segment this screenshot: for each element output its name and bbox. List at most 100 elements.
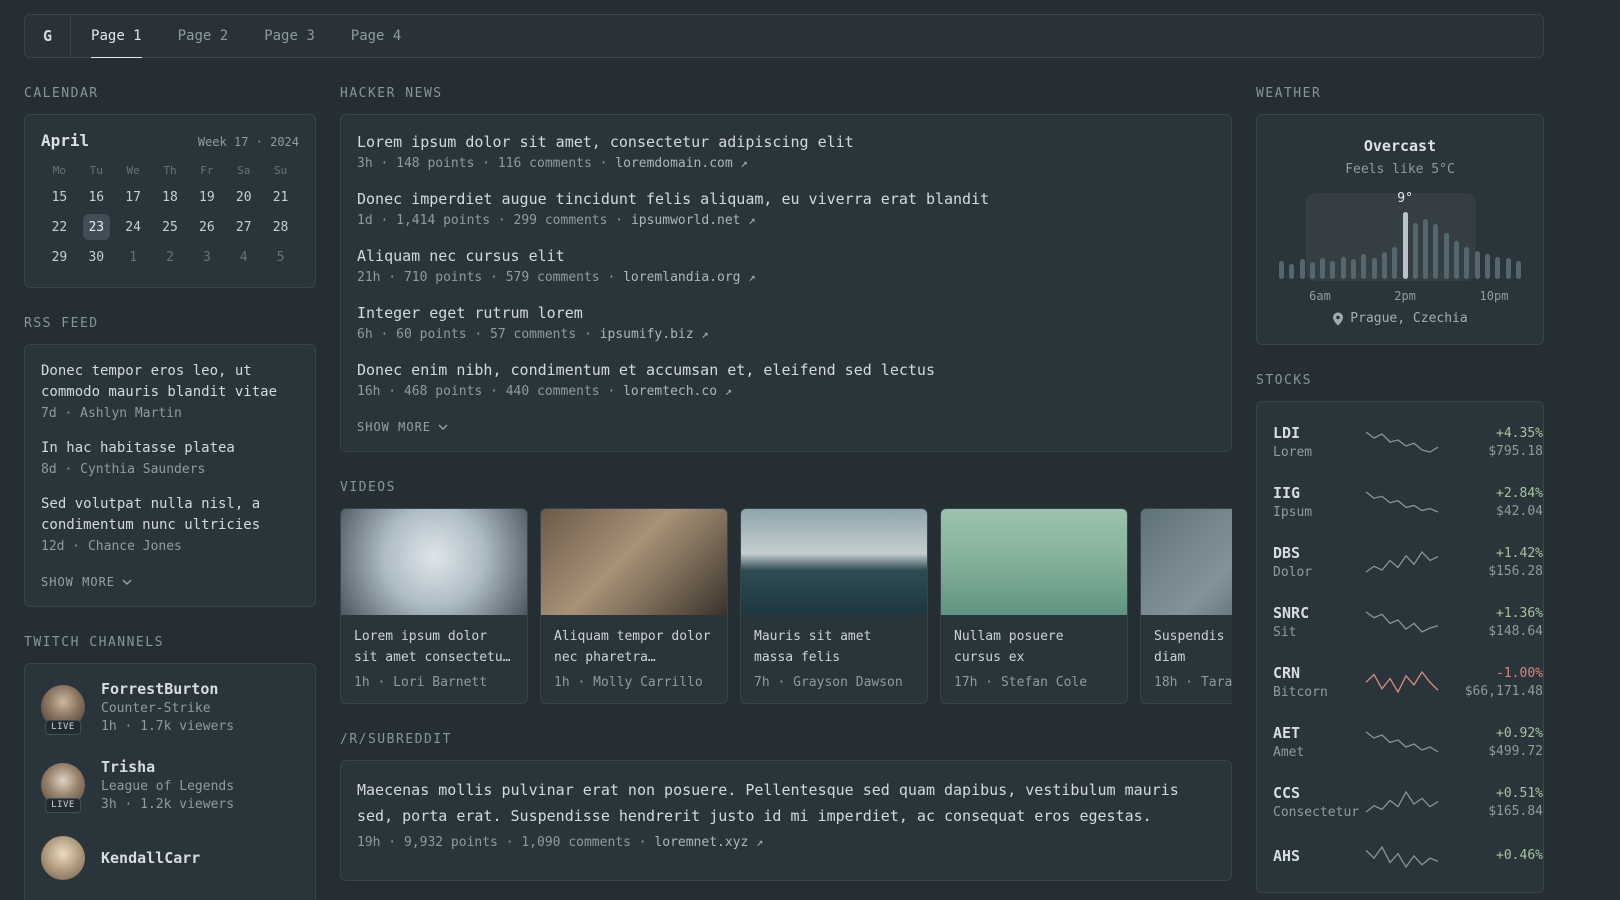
calendar-day[interactable]: 22 xyxy=(41,213,78,241)
avatar[interactable] xyxy=(41,836,85,880)
channel-game[interactable]: League of Legends xyxy=(101,779,234,794)
tab-page-3[interactable]: Page 3 xyxy=(264,15,315,58)
tab-page-2[interactable]: Page 2 xyxy=(178,15,229,58)
section-title-stocks: STOCKS xyxy=(1256,373,1312,388)
external-link-icon: ↗ xyxy=(701,327,709,341)
calendar-day[interactable]: 24 xyxy=(115,213,152,241)
calendar-day[interactable]: 15 xyxy=(41,183,78,211)
calendar-day-next-month[interactable]: 5 xyxy=(262,243,299,271)
hn-item-title[interactable]: Integer eget rutrum lorem xyxy=(357,302,1215,324)
subreddit-domain-link[interactable]: loremnet.xyz ↗ xyxy=(654,835,763,850)
channel-name[interactable]: KendallCarr xyxy=(101,849,200,867)
weather-bar xyxy=(1433,224,1439,279)
calendar-day-next-month[interactable]: 3 xyxy=(188,243,225,271)
hn-item: Integer eget rutrum lorem 6h · 60 points… xyxy=(357,302,1215,342)
video-thumbnail[interactable] xyxy=(741,509,927,615)
hn-item-domain-link[interactable]: loremtech.co ↗ xyxy=(623,384,732,399)
rss-item-title[interactable]: In hac habitasse platea xyxy=(41,438,299,459)
video-title[interactable]: Aliquam tempor dolor nec pharetra… xyxy=(554,626,714,668)
stock-symbol[interactable]: IIG xyxy=(1273,484,1365,502)
video-card[interactable]: Nullam posuere cursus ex 17h · Stefan Co… xyxy=(940,508,1128,704)
channel-name[interactable]: ForrestBurton xyxy=(101,680,234,698)
calendar-day[interactable]: 18 xyxy=(152,183,189,211)
video-thumbnail[interactable] xyxy=(1141,509,1232,615)
calendar-day[interactable]: 21 xyxy=(262,183,299,211)
rss-item-meta: 8d · Cynthia Saunders xyxy=(41,462,206,477)
channel-name[interactable]: Trisha xyxy=(101,758,234,776)
calendar-day[interactable]: 19 xyxy=(188,183,225,211)
domain-text: ipsumworld.net xyxy=(630,213,741,228)
hn-item-title[interactable]: Donec imperdiet augue tincidunt felis al… xyxy=(357,188,1215,210)
calendar-day-next-month[interactable]: 1 xyxy=(115,243,152,271)
stock-symbol[interactable]: AHS xyxy=(1273,847,1365,865)
subreddit-post: Maecenas mollis pulvinar erat non posuer… xyxy=(357,777,1215,850)
calendar-day[interactable]: 20 xyxy=(225,183,262,211)
rss-item-title[interactable]: Donec tempor eros leo, ut commodo mauris… xyxy=(41,361,299,403)
calendar-day[interactable]: 16 xyxy=(78,183,115,211)
hn-item: Aliquam nec cursus elit 21h · 710 points… xyxy=(357,245,1215,285)
weather-bar xyxy=(1412,223,1418,279)
rss-show-more-button[interactable]: SHOW MORE xyxy=(41,575,132,589)
calendar-day[interactable]: 30 xyxy=(78,243,115,271)
channel-game[interactable]: Counter-Strike xyxy=(101,701,234,716)
weather-location-text[interactable]: Prague, Czechia xyxy=(1350,311,1467,326)
stock-symbol[interactable]: SNRC xyxy=(1273,604,1365,622)
calendar-day[interactable]: 27 xyxy=(225,213,262,241)
calendar-day[interactable]: 28 xyxy=(262,213,299,241)
stock-symbol[interactable]: AET xyxy=(1273,724,1365,742)
video-card[interactable]: Lorem ipsum dolor sit amet consectetu… 1… xyxy=(340,508,528,704)
calendar-day-next-month[interactable]: 2 xyxy=(152,243,189,271)
stock-symbol[interactable]: DBS xyxy=(1273,544,1365,562)
video-meta: 1h · Lori Barnett xyxy=(354,675,488,690)
top-navigation: G Page 1 Page 2 Page 3 Page 4 xyxy=(24,14,1544,58)
stock-symbol[interactable]: CRN xyxy=(1273,664,1365,682)
calendar-day[interactable]: 25 xyxy=(152,213,189,241)
stock-symbol[interactable]: LDI xyxy=(1273,424,1365,442)
weather-bar xyxy=(1515,261,1521,279)
tab-page-4[interactable]: Page 4 xyxy=(351,15,402,58)
calendar-day[interactable]: 29 xyxy=(41,243,78,271)
tab-page-1[interactable]: Page 1 xyxy=(91,15,142,58)
weekday-label: Mo xyxy=(52,164,67,177)
calendar-day[interactable]: 17 xyxy=(115,183,152,211)
hn-item-domain-link[interactable]: ipsumify.biz ↗ xyxy=(600,327,709,342)
weekday-label: Su xyxy=(273,164,288,177)
weekday-label: Th xyxy=(163,164,177,177)
video-thumbnail[interactable] xyxy=(341,509,527,615)
calendar-day[interactable]: 26 xyxy=(188,213,225,241)
video-thumbnail[interactable] xyxy=(941,509,1127,615)
subreddit-post-title[interactable]: Maecenas mollis pulvinar erat non posuer… xyxy=(357,777,1215,829)
calendar-days-grid: 15 16 17 18 19 20 21 22 23 24 25 26 27 2… xyxy=(41,183,299,271)
hn-show-more-button[interactable]: SHOW MORE xyxy=(357,420,448,434)
stock-name: Sit xyxy=(1273,625,1297,640)
video-title[interactable]: Lorem ipsum dolor sit amet consectetu… xyxy=(354,626,514,668)
video-thumbnail[interactable] xyxy=(541,509,727,615)
weather-card: Overcast Feels like 5°C 9° 6am 2pm 10pm … xyxy=(1256,114,1544,345)
hn-item-title[interactable]: Aliquam nec cursus elit xyxy=(357,245,1215,267)
app-logo[interactable]: G xyxy=(43,15,52,57)
calendar-day-next-month[interactable]: 4 xyxy=(225,243,262,271)
hn-item-title[interactable]: Donec enim nibh, condimentum et accumsan… xyxy=(357,359,1215,381)
calendar-widget: CALENDAR April Week 17 · 2024 Mo Tu We T… xyxy=(24,86,316,288)
video-card[interactable]: Mauris sit amet massa felis 7h · Grayson… xyxy=(740,508,928,704)
stock-change: +1.36% xyxy=(1496,605,1543,621)
section-title-videos: VIDEOS xyxy=(340,480,396,495)
hn-meta-text: 3h · 148 points · 116 comments · xyxy=(357,156,616,171)
hn-item-domain-link[interactable]: ipsumworld.net ↗ xyxy=(631,213,756,228)
hour-label: 6am xyxy=(1309,289,1331,303)
video-title[interactable]: Suspendis diam xyxy=(1154,626,1232,668)
hn-item-domain-link[interactable]: loremlandia.org ↗ xyxy=(623,270,755,285)
rss-item-title[interactable]: Sed volutpat nulla nisl, a condimentum n… xyxy=(41,494,299,536)
divider xyxy=(70,15,72,57)
stock-symbol[interactable]: CCS xyxy=(1273,784,1365,802)
video-card[interactable]: Suspendis diam 18h · Tara xyxy=(1140,508,1232,704)
calendar-week-year: Week 17 · 2024 xyxy=(197,135,299,149)
video-title[interactable]: Mauris sit amet massa felis xyxy=(754,626,914,668)
video-card[interactable]: Aliquam tempor dolor nec pharetra… 1h · … xyxy=(540,508,728,704)
video-row: Lorem ipsum dolor sit amet consectetu… 1… xyxy=(340,508,1232,704)
calendar-day-selected[interactable]: 23 xyxy=(82,214,110,240)
hn-item-domain-link[interactable]: loremdomain.com ↗ xyxy=(615,156,747,171)
show-more-label: SHOW MORE xyxy=(41,575,116,589)
hn-item-title[interactable]: Lorem ipsum dolor sit amet, consectetur … xyxy=(357,131,1215,153)
video-title[interactable]: Nullam posuere cursus ex xyxy=(954,626,1114,668)
